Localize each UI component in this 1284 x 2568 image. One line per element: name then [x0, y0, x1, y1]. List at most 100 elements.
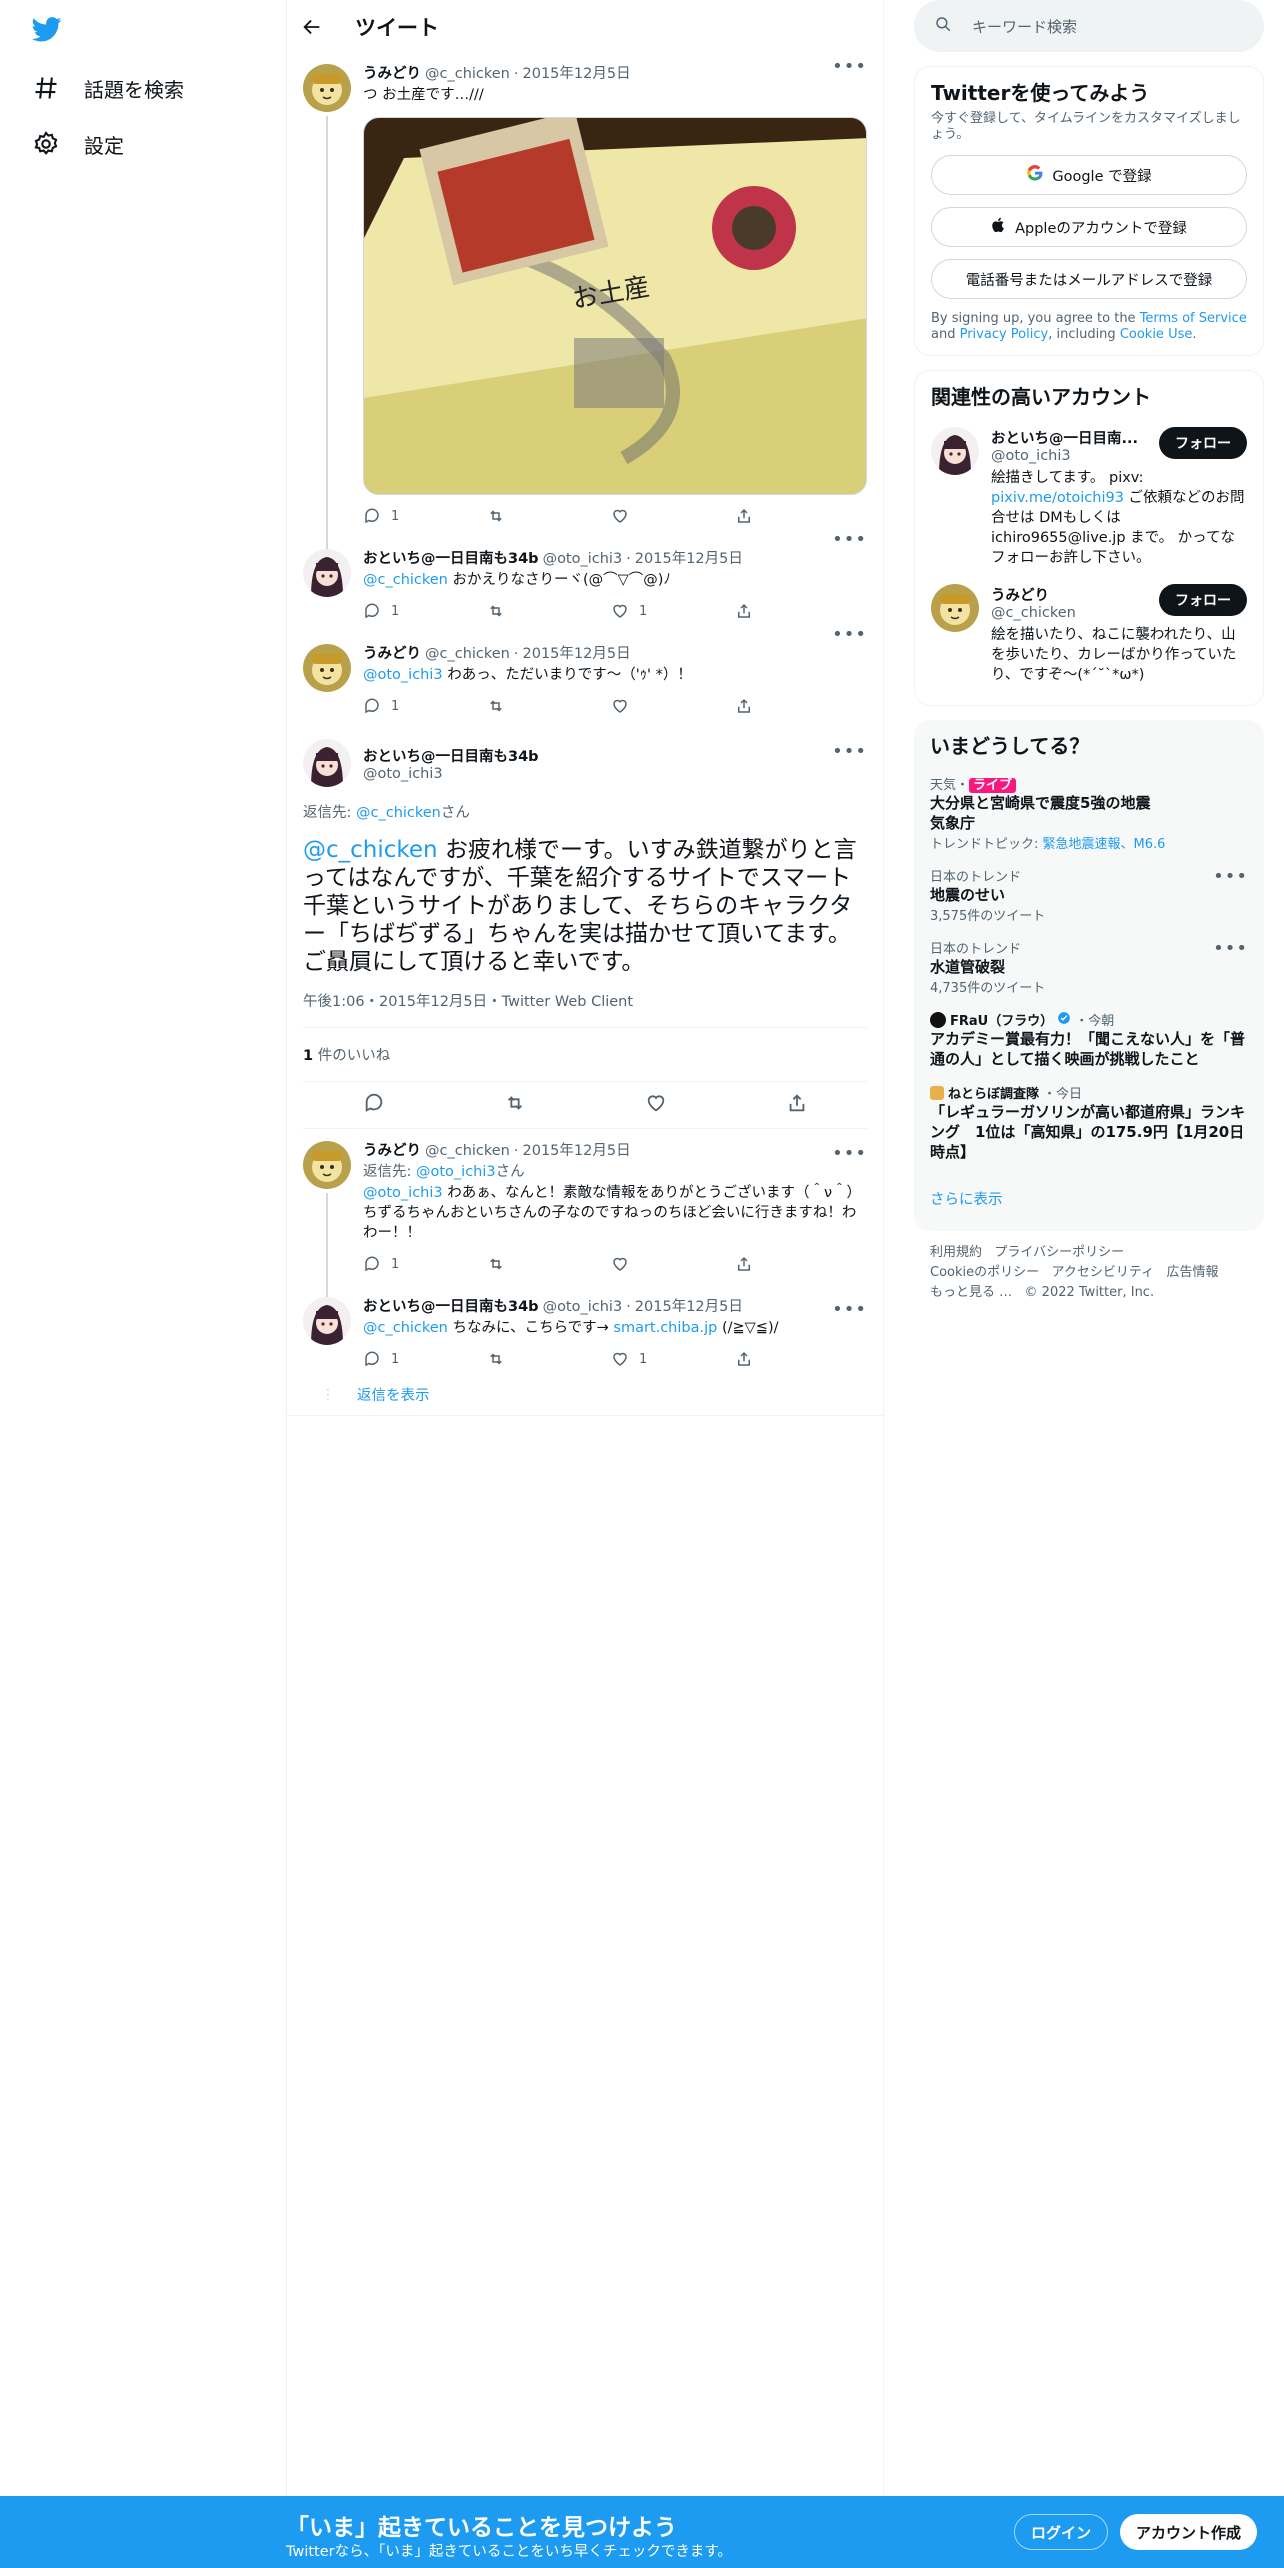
avatar-umidori[interactable] — [303, 1141, 351, 1189]
share-button[interactable] — [735, 507, 859, 525]
author-name[interactable]: おといち@一日目南も34b — [363, 549, 539, 569]
reply-to-handle[interactable]: @oto_ichi3 — [416, 1164, 496, 1180]
avatar-umidori[interactable] — [931, 584, 979, 632]
tweet-date[interactable]: 2015年12月5日 — [635, 1297, 743, 1317]
twitter-logo-icon[interactable] — [32, 14, 62, 44]
show-more-link[interactable]: さらに表示 — [930, 1188, 1248, 1209]
author-name[interactable]: うみどり — [363, 1141, 421, 1161]
avatar-otoichi[interactable] — [303, 1297, 351, 1345]
reply-button[interactable]: 1 — [363, 1350, 487, 1368]
reply-to-handle[interactable]: @c_chicken — [356, 805, 441, 821]
retweet-button[interactable] — [487, 1255, 611, 1273]
retweet-button[interactable] — [487, 1350, 611, 1368]
more-options-icon[interactable]: ••• — [832, 56, 867, 77]
mention-link[interactable]: @oto_ichi3 — [363, 667, 443, 683]
footer-link[interactable]: 利用規約 — [930, 1245, 982, 1260]
avatar-umidori[interactable] — [303, 644, 351, 692]
share-button[interactable] — [735, 1350, 859, 1368]
google-signup-button[interactable]: Google で登録 — [931, 155, 1247, 195]
cookie-link[interactable]: Cookie Use — [1120, 327, 1193, 342]
signup-button[interactable]: アカウント作成 — [1120, 2514, 1258, 2550]
avatar-otoichi[interactable] — [931, 427, 979, 475]
mention-link[interactable]: @oto_ichi3 — [363, 1185, 443, 1201]
author-handle[interactable]: @oto_ichi3 — [543, 1297, 623, 1317]
terms-link[interactable]: Terms of Service — [1140, 311, 1247, 326]
more-options-icon[interactable]: ••• — [1213, 866, 1248, 887]
author-name[interactable]: おといち@一日目南も34b — [363, 1297, 539, 1317]
retweet-button[interactable] — [487, 507, 611, 525]
author-name[interactable]: うみどり — [363, 64, 421, 84]
like-button[interactable] — [611, 1255, 735, 1273]
tweet-date[interactable]: 2015年12月5日 — [523, 644, 631, 664]
thread-tweet-2[interactable]: おといち@一日目南も34b @oto_ichi3 · 2015年12月5日 ••… — [287, 527, 883, 622]
search-input[interactable]: キーワード検索 — [972, 16, 1077, 37]
retweet-button[interactable] — [504, 1092, 526, 1118]
footer-link[interactable]: 広告情報 — [1167, 1265, 1219, 1280]
share-button[interactable] — [735, 697, 859, 715]
more-options-icon[interactable]: ••• — [832, 529, 867, 550]
mention-link[interactable]: @c_chicken — [303, 837, 438, 863]
share-button[interactable] — [735, 602, 859, 620]
avatar-otoichi[interactable] — [303, 549, 351, 597]
phone-email-signup-button[interactable]: 電話番号またはメールアドレスで登録 — [931, 259, 1247, 299]
tweet-meta[interactable]: 午後1:06・2015年12月5日・Twitter Web Client — [303, 990, 867, 1011]
tweet-date[interactable]: 2015年12月5日 — [635, 549, 743, 569]
reply-button[interactable]: 1 — [363, 602, 487, 620]
like-button[interactable] — [645, 1092, 667, 1118]
tweet-date[interactable]: 2015年12月5日 — [523, 64, 631, 84]
author-handle[interactable]: @c_chicken — [425, 64, 510, 84]
avatar-umidori[interactable] — [303, 64, 351, 112]
reply-tweet-1[interactable]: うみどり @c_chicken · 2015年12月5日 ••• 返信先: @o… — [287, 1129, 883, 1297]
author-name[interactable]: うみどり — [363, 644, 421, 664]
reply-button[interactable] — [363, 1092, 385, 1118]
trend-topic-link[interactable]: 緊急地震速報、M6.6 — [1043, 837, 1166, 852]
more-options-icon[interactable]: ••• — [832, 1299, 867, 1320]
follow-button[interactable]: フォロー — [1159, 427, 1247, 459]
follow-button[interactable]: フォロー — [1159, 584, 1247, 616]
like-button[interactable]: 1 — [611, 602, 735, 620]
account-item[interactable]: おといち@一日目南... @oto_ichi3 絵描きしてます。 pixv: p… — [931, 427, 1247, 568]
likes-summary[interactable]: 1 件のいいね — [303, 1028, 867, 1081]
author-handle[interactable]: @oto_ichi3 — [543, 549, 623, 569]
login-button[interactable]: ログイン — [1014, 2514, 1109, 2550]
show-replies-row[interactable]: ⋮ 返信を表示 — [287, 1370, 883, 1416]
reply-button[interactable]: 1 — [363, 507, 487, 525]
mention-link[interactable]: @c_chicken — [363, 1320, 448, 1336]
author-handle[interactable]: @c_chicken — [425, 1141, 510, 1161]
more-options-icon[interactable]: ••• — [832, 741, 867, 762]
trend-item[interactable]: 日本のトレンド ••• 地震のせい 3,575件のツイート — [930, 866, 1248, 924]
retweet-button[interactable] — [487, 697, 611, 715]
privacy-link[interactable]: Privacy Policy — [960, 327, 1049, 342]
author-name[interactable]: おといち@一日目南も34b — [363, 745, 539, 766]
nav-explore[interactable]: 話題を検索 — [32, 60, 184, 116]
share-button[interactable] — [735, 1255, 859, 1273]
reply-tweet-2[interactable]: おといち@一日目南も34b @oto_ichi3 · 2015年12月5日 ••… — [287, 1275, 883, 1370]
more-options-icon[interactable]: ••• — [832, 624, 867, 645]
like-button[interactable]: 1 — [611, 1350, 735, 1368]
mention-link[interactable]: @c_chicken — [363, 572, 448, 588]
avatar-otoichi[interactable] — [303, 739, 351, 787]
tweet-photo[interactable]: お土産 — [363, 117, 867, 495]
tweet-date[interactable]: 2015年12月5日 — [523, 1141, 631, 1161]
footer-link[interactable]: もっと見る … — [930, 1285, 1012, 1300]
back-arrow-icon[interactable] — [301, 16, 323, 38]
trend-item[interactable]: FRaU（フラウ） ・今朝 アカデミー賞最有力！「聞こえない人」を「普通の人」と… — [930, 1010, 1248, 1069]
bio-link[interactable]: pixiv.me/otoichi93 — [991, 490, 1124, 506]
like-button[interactable] — [611, 507, 735, 525]
trend-item[interactable]: 天気・ ライブ 大分県と宮崎県で震度5強の地震 気象庁 トレンドトピック: 緊急地… — [930, 774, 1248, 852]
more-options-icon[interactable]: ••• — [1213, 938, 1248, 959]
footer-link[interactable]: プライバシーポリシー — [994, 1245, 1124, 1260]
footer-link[interactable]: アクセシビリティ — [1052, 1265, 1155, 1280]
like-button[interactable] — [611, 697, 735, 715]
author-handle[interactable]: @oto_ichi3 — [363, 766, 539, 782]
author-handle[interactable]: @c_chicken — [425, 644, 510, 664]
thread-tweet-3[interactable]: うみどり @c_chicken · 2015年12月5日 ••• @oto_ic… — [287, 622, 883, 717]
thread-tweet-1[interactable]: うみどり @c_chicken · 2015年12月5日 ••• つ お土産です… — [287, 54, 883, 562]
reply-button[interactable]: 1 — [363, 1255, 487, 1273]
trend-item[interactable]: ねとらぼ調査隊 ・今日 「レギュラーガソリンが高い都道府県」ランキング 1位は「… — [930, 1083, 1248, 1162]
account-item[interactable]: うみどり @c_chicken 絵を描いたり、ねこに襲われたり、山を歩いたり、カ… — [931, 584, 1247, 685]
trend-item[interactable]: 日本のトレンド ••• 水道管破裂 4,735件のツイート — [930, 938, 1248, 996]
apple-signup-button[interactable]: Appleのアカウントで登録 — [931, 207, 1247, 247]
url-link[interactable]: smart.chiba.jp — [613, 1320, 717, 1336]
show-replies-link[interactable]: 返信を表示 — [357, 1384, 430, 1405]
